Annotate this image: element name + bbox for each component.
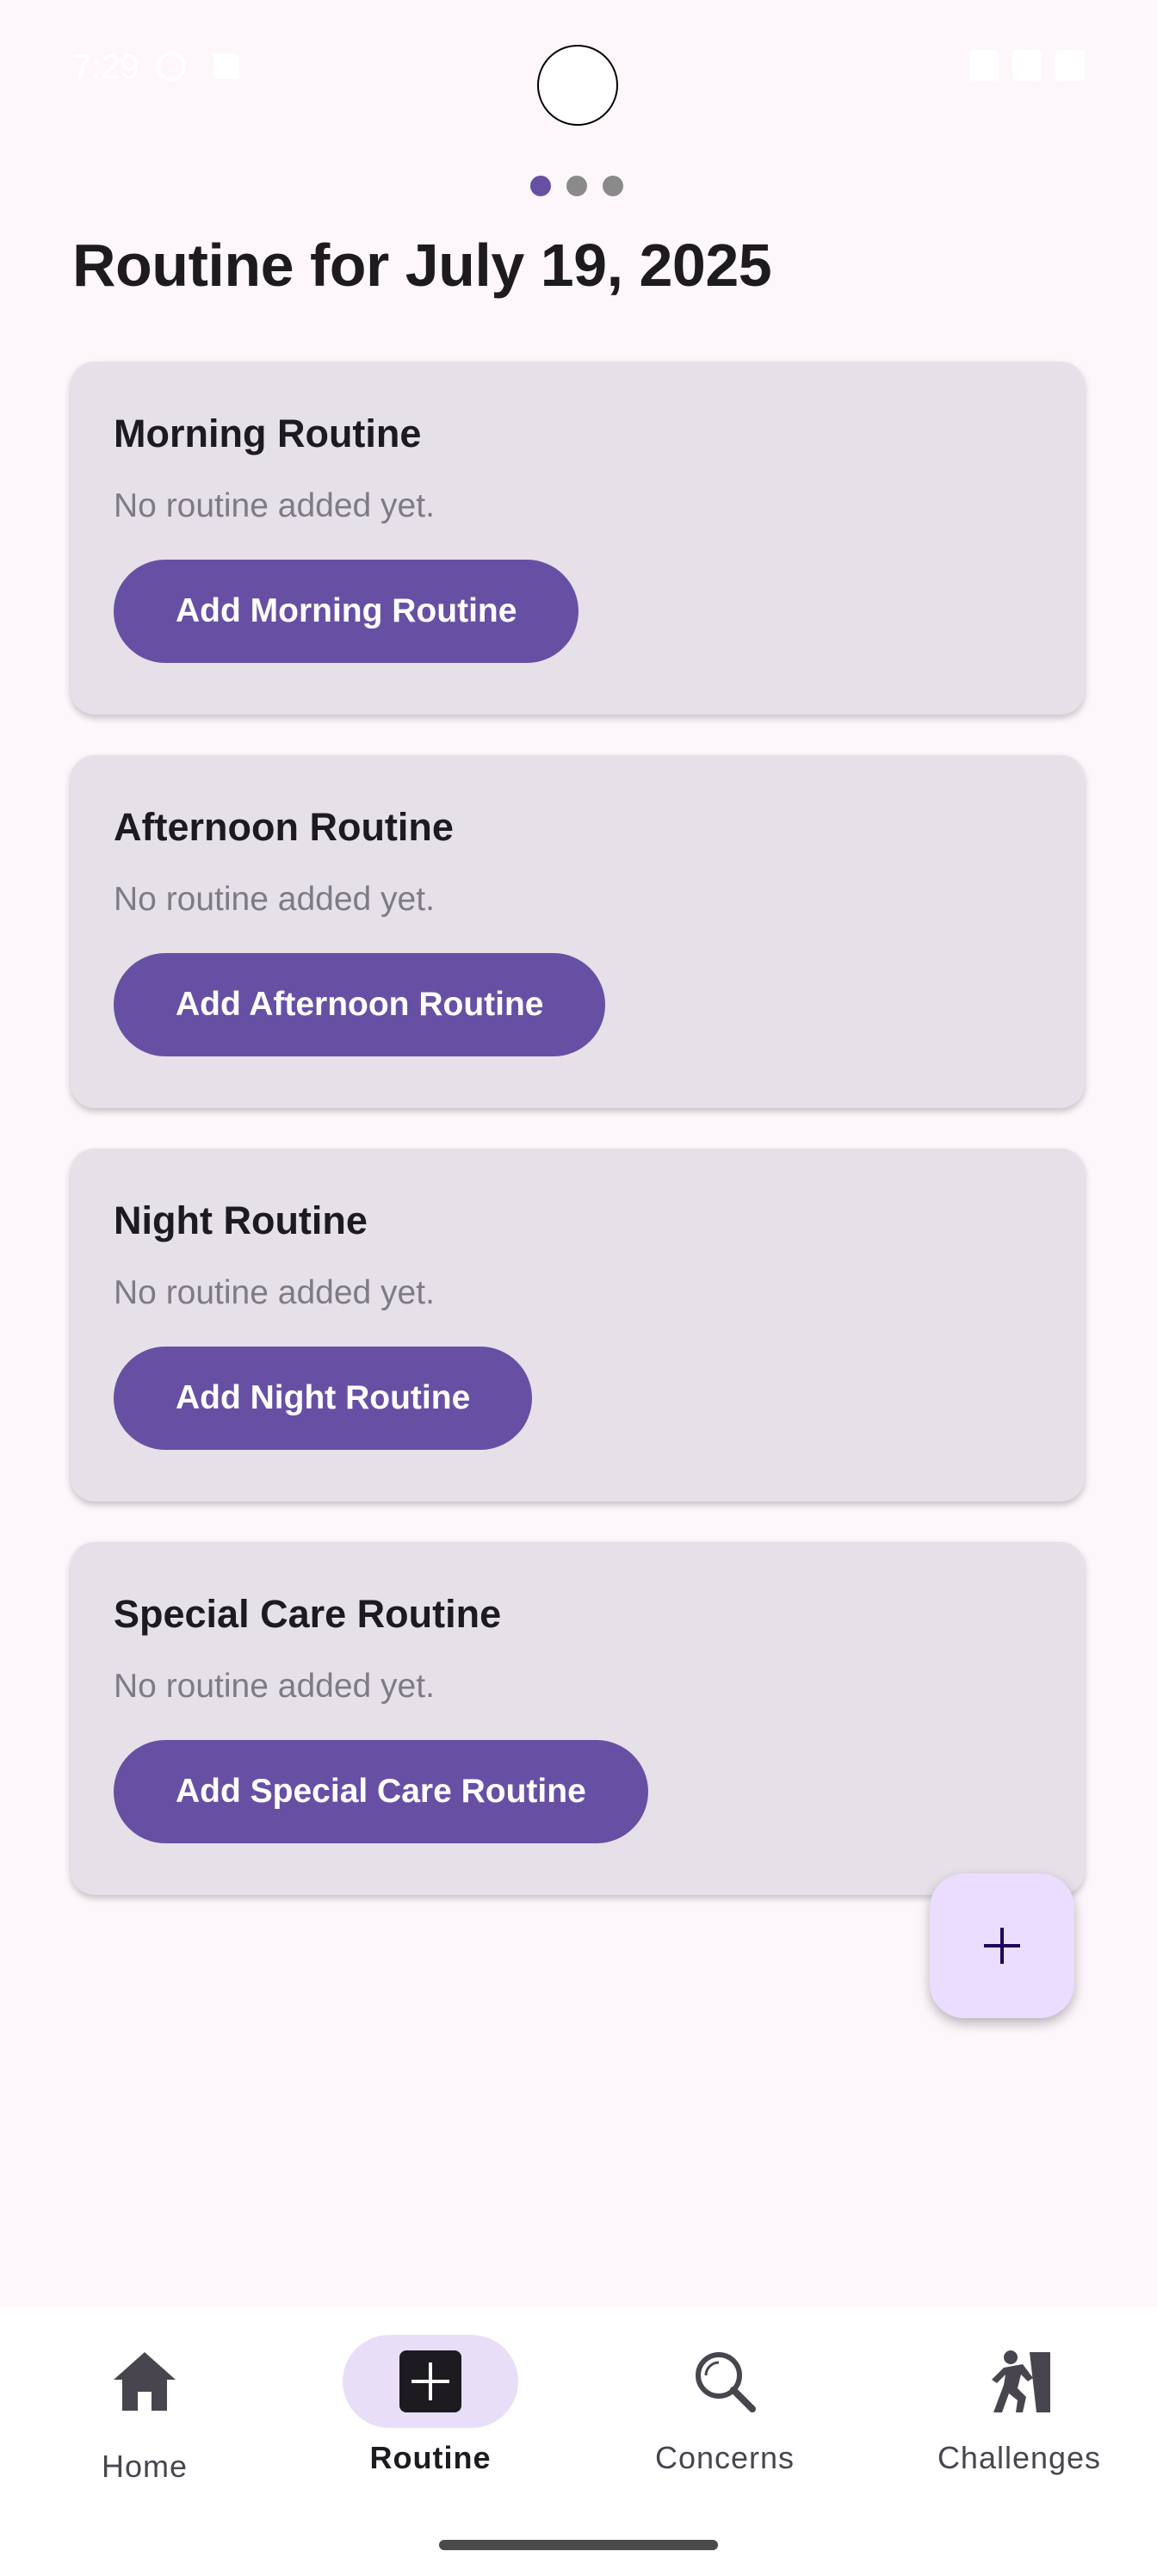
card-title: Special Care Routine [114,1592,502,1636]
card-title: Night Routine [114,1198,368,1242]
nav-label-concerns: Concerns [654,2440,795,2475]
card-title: Afternoon Routine [114,805,454,849]
bottom-navigation: Home Routine Concerns Challenges [0,2307,1157,2576]
gesture-handle [439,2540,718,2550]
morning-routine-card: Morning Routine No routine added yet. Ad… [71,362,1085,715]
signal-icon [1012,50,1042,81]
night-routine-card: Night Routine No routine added yet. Add … [71,1149,1085,1502]
do-not-disturb-icon [157,52,186,81]
nav-item-challenges[interactable]: Challenges [875,2307,1157,2531]
nav-item-routine[interactable]: Routine [286,2307,575,2531]
nav-item-home[interactable]: Home [0,2307,289,2531]
search-icon [696,2352,756,2412]
plus-icon [984,1928,1020,1964]
card-subtitle: No routine added yet. [114,1274,435,1311]
add-routine-fab[interactable] [930,1873,1074,2018]
status-indicators [969,50,1085,81]
home-icon [114,2352,176,2411]
nav-label-home: Home [101,2449,189,2484]
page-dot[interactable] [603,176,623,196]
page-title: Routine for July 19, 2025 [72,232,772,299]
page-dot-active[interactable] [530,176,551,196]
battery-icon [1055,50,1085,81]
special-care-routine-card: Special Care Routine No routine added ye… [71,1542,1085,1895]
add-afternoon-routine-button[interactable]: Add Afternoon Routine [114,953,606,1056]
card-subtitle: No routine added yet. [114,487,435,524]
card-subtitle: No routine added yet. [114,1668,435,1705]
wifi-icon [969,50,999,81]
page-indicator [530,176,623,196]
page-dot[interactable] [566,176,587,196]
add-box-icon [399,2350,461,2412]
status-time: 7:29 [72,48,139,86]
nav-label-routine: Routine [369,2440,492,2475]
nav-label-challenges: Challenges [937,2440,1102,2475]
add-morning-routine-button[interactable]: Add Morning Routine [114,560,579,663]
status-bar: 7:29 [0,0,1157,138]
notification-icon [213,53,239,79]
card-subtitle: No routine added yet. [114,881,435,918]
person-climbing-icon [992,2350,1050,2412]
card-title: Morning Routine [114,412,422,455]
add-special-care-routine-button[interactable]: Add Special Care Routine [114,1740,648,1843]
nav-item-concerns[interactable]: Concerns [580,2307,869,2531]
afternoon-routine-card: Afternoon Routine No routine added yet. … [71,755,1085,1108]
add-night-routine-button[interactable]: Add Night Routine [114,1347,533,1450]
routine-screen: 7:29 Routine for July 19, 2025 Morning R… [0,0,1157,2576]
camera-cutout [537,45,618,126]
